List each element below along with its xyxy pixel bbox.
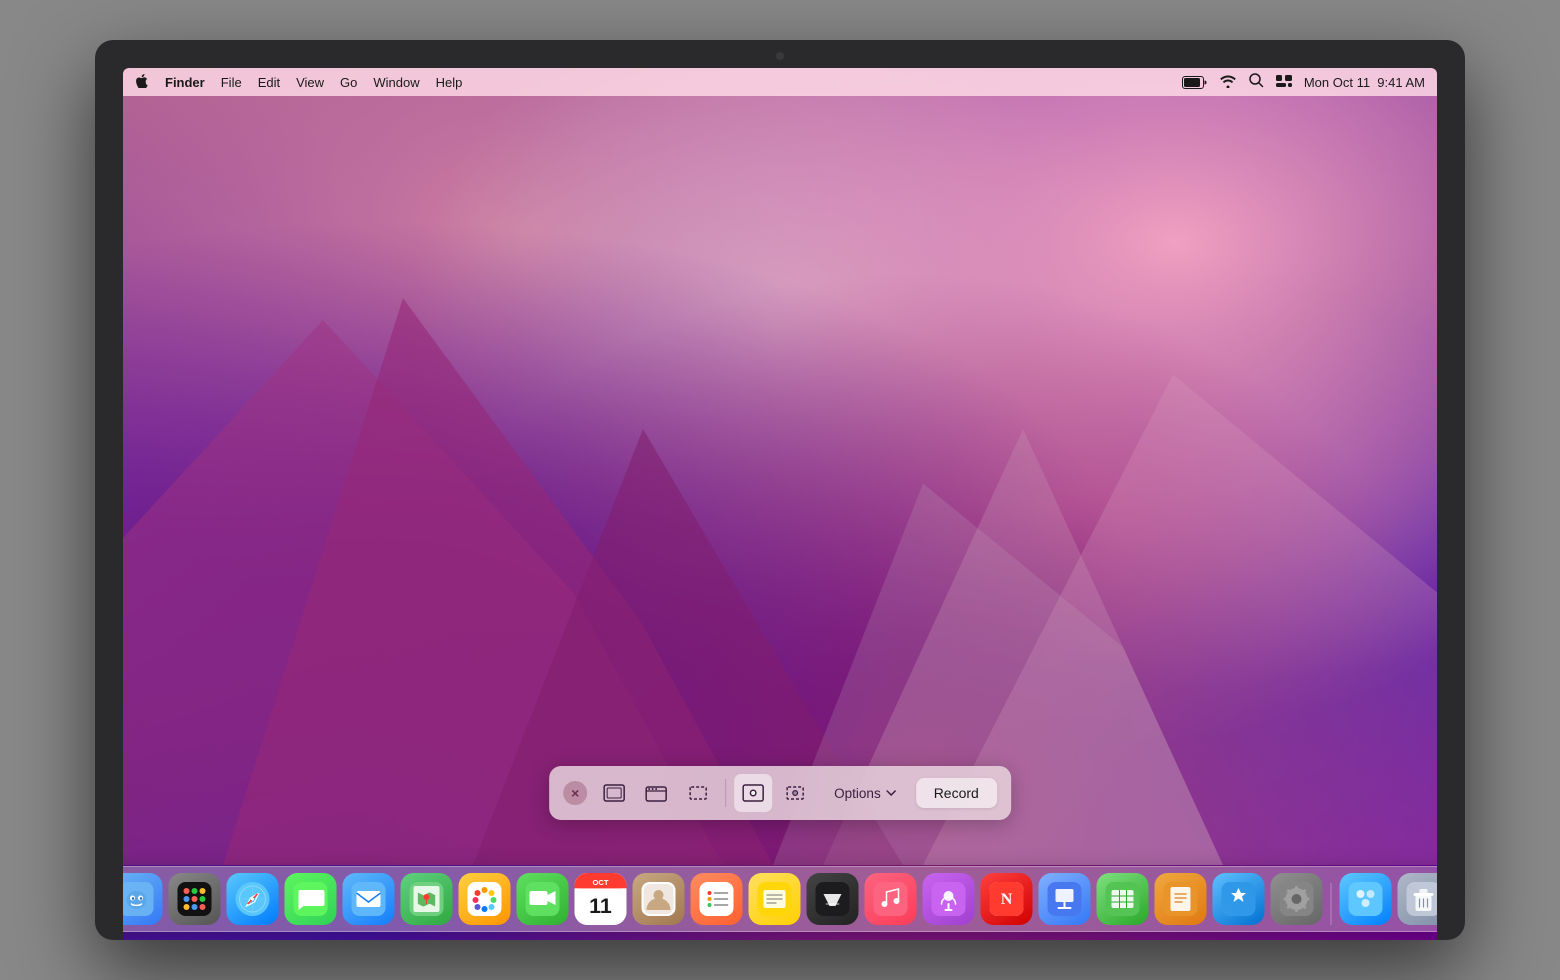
- dock-item-keynote[interactable]: [1039, 873, 1091, 925]
- date-time: Mon Oct 11 9:41 AM: [1304, 75, 1425, 90]
- menu-view[interactable]: View: [296, 75, 324, 90]
- menu-help[interactable]: Help: [436, 75, 463, 90]
- dock-item-numbers[interactable]: [1097, 873, 1149, 925]
- macbook-frame: Finder File Edit View Go Window Help: [95, 40, 1465, 940]
- control-center-icon[interactable]: [1276, 75, 1292, 90]
- menubar-right: Mon Oct 11 9:41 AM: [1182, 73, 1425, 91]
- dock-item-safari[interactable]: [227, 873, 279, 925]
- capture-entire-screen-button[interactable]: [595, 774, 633, 812]
- options-button[interactable]: Options: [822, 780, 908, 807]
- svg-text:N: N: [1001, 891, 1013, 908]
- dock-item-contacts[interactable]: [633, 873, 685, 925]
- svg-text:OCT: OCT: [592, 878, 608, 887]
- dock-item-launchpad[interactable]: [169, 873, 221, 925]
- dock: OCT 11: [123, 866, 1437, 932]
- dock-item-facetime[interactable]: [517, 873, 569, 925]
- dock-item-photos[interactable]: [459, 873, 511, 925]
- menu-edit[interactable]: Edit: [258, 75, 280, 90]
- dock-item-podcasts[interactable]: [923, 873, 975, 925]
- screenshot-toolbar: ×: [549, 766, 1011, 820]
- svg-text:11: 11: [589, 894, 612, 918]
- record-entire-screen-button[interactable]: [734, 774, 772, 812]
- menu-go[interactable]: Go: [340, 75, 357, 90]
- menu-file[interactable]: File: [221, 75, 242, 90]
- menubar: Finder File Edit View Go Window Help: [123, 68, 1437, 96]
- wifi-icon: [1219, 74, 1237, 91]
- dock-item-messages[interactable]: [285, 873, 337, 925]
- dock-item-finder[interactable]: [123, 873, 163, 925]
- options-label: Options: [834, 786, 881, 801]
- dock-item-news[interactable]: N: [981, 873, 1033, 925]
- dock-item-notes[interactable]: [749, 873, 801, 925]
- menubar-left: Finder File Edit View Go Window Help: [135, 74, 462, 91]
- record-selection-button[interactable]: [776, 774, 814, 812]
- dock-item-appstore[interactable]: [1213, 873, 1265, 925]
- dock-item-reminders[interactable]: [691, 873, 743, 925]
- dock-item-mail[interactable]: [343, 873, 395, 925]
- dock-item-system-preferences[interactable]: [1271, 873, 1323, 925]
- dock-item-maps[interactable]: [401, 873, 453, 925]
- dock-item-pages[interactable]: [1155, 873, 1207, 925]
- apple-menu[interactable]: [135, 74, 149, 91]
- menu-window[interactable]: Window: [373, 75, 419, 90]
- app-name[interactable]: Finder: [165, 75, 205, 90]
- dock-item-music[interactable]: [865, 873, 917, 925]
- dock-item-artstudio[interactable]: [1340, 873, 1392, 925]
- battery-icon: [1182, 76, 1207, 89]
- dock-separator: [1331, 883, 1332, 925]
- dock-item-calendar[interactable]: OCT 11: [575, 873, 627, 925]
- spotlight-icon[interactable]: [1249, 73, 1264, 91]
- record-button[interactable]: Record: [916, 778, 997, 808]
- dock-item-trash[interactable]: [1398, 873, 1438, 925]
- screen: Finder File Edit View Go Window Help: [123, 68, 1437, 940]
- capture-window-button[interactable]: [637, 774, 675, 812]
- capture-selection-button[interactable]: [679, 774, 717, 812]
- toolbar-separator-1: [725, 779, 726, 807]
- dock-item-appletv[interactable]: [807, 873, 859, 925]
- close-button[interactable]: ×: [563, 781, 587, 805]
